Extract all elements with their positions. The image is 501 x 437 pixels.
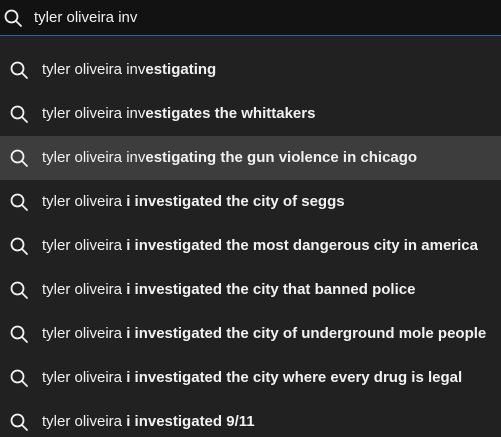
search-icon [9, 324, 29, 344]
search-icon [9, 192, 29, 212]
suggestion-item-highlighted[interactable]: tyler oliveira investigating the gun vio… [0, 136, 501, 180]
suggestion-text: tyler oliveira i investigated the city o… [42, 193, 345, 211]
suggestion-item[interactable]: tyler oliveira i investigated the city t… [0, 268, 501, 312]
suggestion-text: tyler oliveira i investigated 9/11 [42, 413, 255, 431]
search-input[interactable]: tyler oliveira inv [34, 9, 137, 27]
search-icon [9, 368, 29, 388]
suggestion-typed: tyler oliveira [42, 193, 127, 210]
search-icon [9, 412, 29, 432]
suggestion-completion: estigating [145, 61, 217, 78]
suggestion-item[interactable]: tyler oliveira investigating [0, 48, 501, 92]
suggestion-completion: i investigated 9/11 [126, 413, 255, 430]
search-bar[interactable]: tyler oliveira inv [0, 0, 501, 36]
suggestion-item[interactable]: tyler oliveira i investigated the city w… [0, 356, 501, 400]
suggestion-typed: tyler oliveira [42, 325, 127, 342]
suggestion-typed: tyler oliveira inv [42, 105, 146, 122]
suggestion-item[interactable]: tyler oliveira i investigated the city o… [0, 180, 501, 224]
suggestion-typed: tyler oliveira [42, 281, 127, 298]
suggestion-text: tyler oliveira investigating the gun vio… [42, 149, 417, 167]
suggestions-dropdown: tyler oliveira investigating tyler olive… [0, 36, 501, 437]
search-icon [9, 60, 29, 80]
suggestion-text: tyler oliveira investigates the whittake… [42, 105, 315, 123]
suggestion-text: tyler oliveira i investigated the city o… [42, 325, 486, 343]
suggestion-text: tyler oliveira i investigated the city w… [42, 369, 462, 387]
search-icon [9, 236, 29, 256]
suggestion-typed: tyler oliveira inv [42, 61, 146, 78]
suggestion-typed: tyler oliveira [42, 413, 127, 430]
suggestion-text: tyler oliveira i investigated the city t… [42, 281, 415, 299]
suggestion-item[interactable]: tyler oliveira investigates the whittake… [0, 92, 501, 136]
suggestion-item[interactable]: tyler oliveira i investigated the most d… [0, 224, 501, 268]
suggestion-text: tyler oliveira investigating [42, 61, 216, 79]
suggestion-completion: i investigated the city of seggs [126, 193, 345, 210]
suggestion-completion: estigating the gun violence in chicago [145, 149, 418, 166]
suggestion-text: tyler oliveira i investigated the most d… [42, 237, 478, 255]
suggestion-completion: i investigated the city of underground m… [126, 325, 487, 342]
suggestion-typed: tyler oliveira inv [42, 149, 146, 166]
suggestion-completion: i investigated the city that banned poli… [126, 281, 416, 298]
suggestion-typed: tyler oliveira [42, 369, 127, 386]
suggestion-item[interactable]: tyler oliveira i investigated the city o… [0, 312, 501, 356]
suggestion-typed: tyler oliveira [42, 237, 127, 254]
search-icon [9, 148, 29, 168]
search-icon [9, 104, 29, 124]
suggestion-completion: estigates the whittakers [145, 105, 316, 122]
suggestion-completion: i investigated the most dangerous city i… [126, 237, 478, 254]
suggestion-completion: i investigated the city where every drug… [126, 369, 463, 386]
suggestion-item[interactable]: tyler oliveira i investigated 9/11 [0, 400, 501, 437]
search-icon[interactable] [3, 8, 23, 28]
search-icon [9, 280, 29, 300]
